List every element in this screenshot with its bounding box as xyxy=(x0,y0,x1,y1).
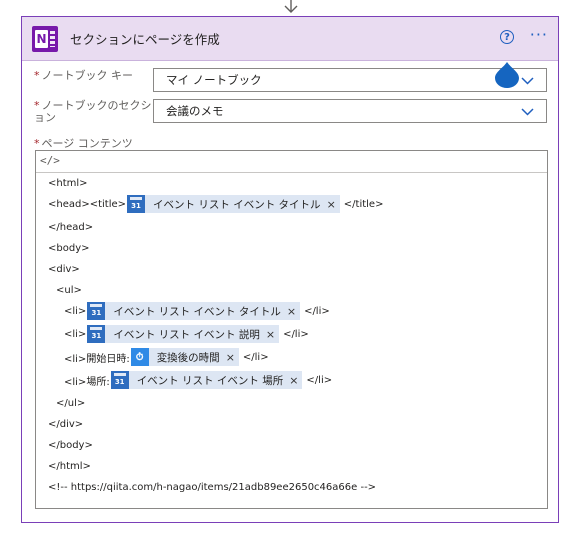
dynamic-token[interactable]: 31 イベント リスト イベント タイトル × xyxy=(127,195,340,213)
flow-connector-arrow-icon xyxy=(284,0,298,13)
code-line: <head><title> 31 イベント リスト イベント タイトル × </… xyxy=(48,195,383,213)
notebook-key-dropdown[interactable]: マイ ノートブック xyxy=(153,68,547,92)
notebook-key-value: マイ ノートブック xyxy=(166,73,262,87)
remove-token-icon[interactable]: × xyxy=(266,328,275,341)
dynamic-token[interactable]: ⏱ 変換後の時間 × xyxy=(130,348,239,366)
code-view-icon[interactable]: </> xyxy=(40,154,60,167)
notebook-section-label: * ノートブックのセクション xyxy=(34,99,152,124)
calendar-icon: 31 xyxy=(110,371,129,389)
notebook-section-value: 会議のメモ xyxy=(166,104,224,118)
remove-token-icon[interactable]: × xyxy=(289,374,298,387)
code-line: </ul> xyxy=(56,397,86,409)
timer-icon: ⏱ xyxy=(130,348,149,366)
dynamic-token[interactable]: 31 イベント リスト イベント 説明 × xyxy=(87,325,280,343)
code-line: <li>開始日時: ⏱ 変換後の時間 × </li> xyxy=(64,348,269,366)
code-line: <body> xyxy=(48,242,90,254)
calendar-icon: 31 xyxy=(127,195,146,213)
page-content-editor[interactable]: </> <html> <head><title> 31 イベント リスト イベン… xyxy=(35,150,548,509)
dynamic-token[interactable]: 31 イベント リスト イベント タイトル × xyxy=(87,302,301,320)
calendar-icon: 31 xyxy=(87,302,106,320)
chevron-down-icon[interactable] xyxy=(521,105,534,118)
code-line: <li>場所: 31 イベント リスト イベント 場所 × </li> xyxy=(64,371,332,389)
notebook-key-row: * ノートブック キー マイ ノートブック xyxy=(22,68,558,94)
help-icon[interactable]: ? xyxy=(500,30,514,44)
drag-handle-icon[interactable] xyxy=(493,60,521,88)
code-line: <!-- https://qiita.com/h-nagao/items/21a… xyxy=(48,481,377,493)
code-line: <ul> xyxy=(56,284,82,296)
card-title: セクションにページを作成 xyxy=(70,32,220,47)
notebook-section-dropdown[interactable]: 会議のメモ xyxy=(153,99,547,123)
remove-token-icon[interactable]: × xyxy=(226,351,235,364)
remove-token-icon[interactable]: × xyxy=(327,198,336,211)
notebook-section-row: * ノートブックのセクション 会議のメモ xyxy=(22,99,558,125)
remove-token-icon[interactable]: × xyxy=(287,305,296,318)
code-line: </div> xyxy=(48,418,84,430)
onenote-icon: N xyxy=(32,25,58,52)
code-line: <html> xyxy=(48,177,88,189)
code-line: <li> 31 イベント リスト イベント 説明 × </li> xyxy=(64,325,309,343)
chevron-down-icon[interactable] xyxy=(521,74,534,87)
notebook-key-label: * ノートブック キー xyxy=(34,69,133,82)
page-content-label: * ページ コンテンツ xyxy=(34,137,133,150)
calendar-icon: 31 xyxy=(87,325,106,343)
code-line: </head> xyxy=(48,221,94,233)
more-options-icon[interactable]: ··· xyxy=(530,27,548,43)
code-line: <div> xyxy=(48,263,80,275)
dynamic-token[interactable]: 31 イベント リスト イベント 場所 × xyxy=(110,371,303,389)
editor-toolbar: </> xyxy=(36,151,547,173)
card-header[interactable]: N セクションにページを作成 ? ··· xyxy=(22,17,558,61)
code-line: </body> xyxy=(48,439,93,451)
code-line: </html> xyxy=(48,460,91,472)
action-card: N セクションにページを作成 ? ··· * ノートブック キー マイ ノートブッ… xyxy=(21,16,559,523)
code-line: <li> 31 イベント リスト イベント タイトル × </li> xyxy=(64,302,330,320)
